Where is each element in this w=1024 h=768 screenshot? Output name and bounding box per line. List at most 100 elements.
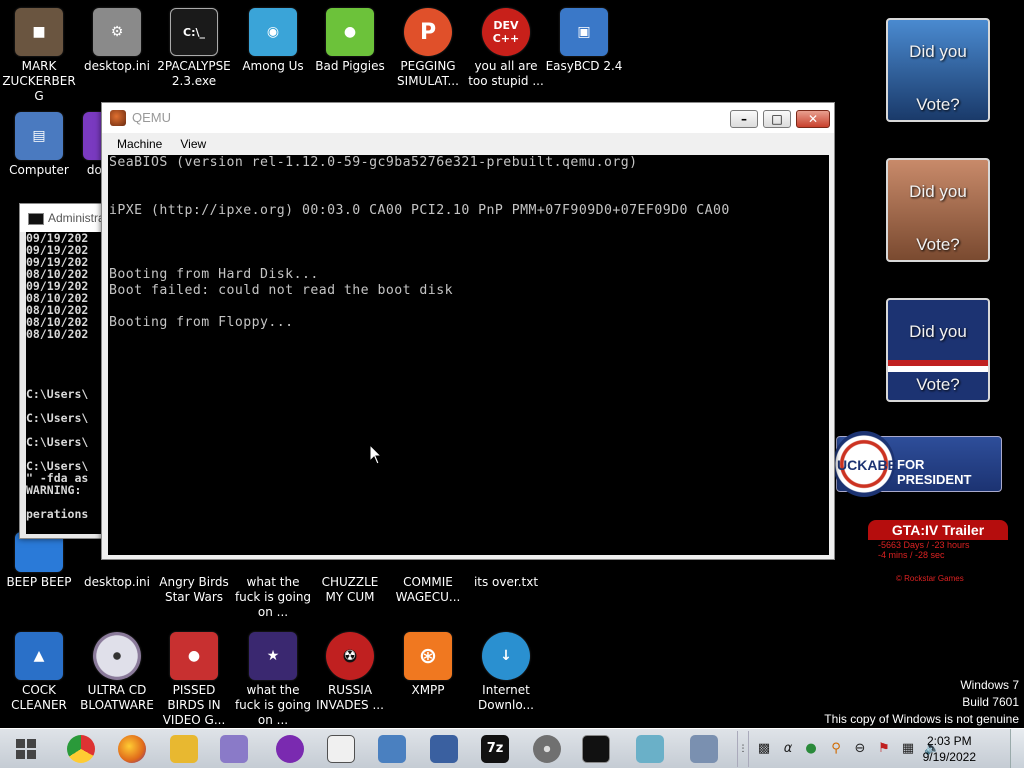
taskbar: 7z ⋮ ▩ α ● ⚲ ⊖ ⚑ ▦ 🔈 2:03 PM 9/19/2022 (0, 728, 1024, 768)
icon-label: desktop.ini (84, 575, 150, 589)
tray-screen-icon[interactable]: ▩ (756, 741, 772, 757)
desktop-icon-too-stupid[interactable]: DEV C++ you all are too stupid ... (467, 8, 545, 89)
genuine-warning: This copy of Windows is not genuine (824, 712, 1019, 726)
tray-network-icon[interactable]: ▦ (900, 741, 916, 757)
icon-label: MARK ZUCKERBERG (2, 59, 76, 103)
icon-label: ULTRA CD BLOATWARE (80, 683, 154, 712)
radiation-icon: ☢ (326, 632, 374, 680)
folder-icon (170, 735, 198, 763)
taskbar-calculator[interactable] (684, 732, 724, 766)
icon-label: what the fuck is going on ... (234, 683, 312, 727)
mixer-icon (327, 735, 355, 763)
xampp-icon: ⊛ (404, 632, 452, 680)
tray-search-icon[interactable]: ⚲ (828, 741, 844, 757)
vote-gadget-2[interactable]: Did you Vote? (886, 158, 990, 262)
menu-view[interactable]: View (173, 133, 213, 155)
tray-antivirus-icon[interactable]: ● (803, 741, 819, 757)
icon-label: its over.txt (473, 575, 539, 589)
taskbar-paint[interactable] (214, 732, 254, 766)
icon-label: what the fuck is going on ... (234, 575, 312, 619)
desktop-icon-what-the-fuck-2[interactable]: ★ what the fuck is going on ... (234, 632, 312, 728)
chrome-icon (67, 735, 95, 763)
start-button[interactable] (6, 732, 46, 766)
cmd-window[interactable]: Administrator: C:\Windows\system32\cmd.e… (19, 203, 293, 539)
gadget-line1: Did you (909, 42, 967, 61)
gta-countdown-line2: -4 mins / -28 sec (878, 550, 945, 560)
desktop-icon-mark-zuckerberg[interactable]: ■ MARK ZUCKERBERG (0, 8, 78, 104)
taskbar-cmd[interactable] (576, 732, 616, 766)
icon-label: desktop.ini (84, 59, 150, 73)
maximize-button[interactable]: □ (763, 110, 791, 128)
desktop-icon-2pacalypse[interactable]: C:\_ 2PACALYPSE 2.3.exe (155, 8, 233, 89)
desktop-icon-desktop-ini[interactable]: ⚙ desktop.ini (78, 8, 156, 74)
icon-label: Angry Birds Star Wars (159, 575, 229, 604)
gta-countdown-gadget[interactable]: GTA:IV Trailer -5663 Days / -23 hours -4… (868, 520, 1008, 583)
taskbar-clock[interactable]: 2:03 PM 9/19/2022 (923, 733, 976, 765)
7zip-icon: 7z (481, 735, 509, 763)
gadget-line2: Vote? (916, 235, 960, 254)
taskbar-explorer[interactable] (164, 732, 204, 766)
desktop-icon-pissed-birds[interactable]: ● PISSED BIRDS IN VIDEO G... (155, 632, 233, 728)
tray-alpha-icon[interactable]: α (780, 741, 796, 757)
desktop-icon-beep-beep[interactable]: BEEP BEEP (0, 532, 78, 590)
monitor-graph-icon (378, 735, 406, 763)
dvd-icon (533, 735, 561, 763)
icon-label: BEEP BEEP (6, 575, 72, 589)
desktop-icon-cock-cleaner[interactable]: ▲ COCK CLEANER (0, 632, 78, 713)
desktop[interactable]: ■ MARK ZUCKERBERG ⚙ desktop.ini C:\_ 2PA… (0, 0, 1024, 728)
desktop-icon-easybcd[interactable]: ▣ EasyBCD 2.4 (545, 8, 623, 74)
vm-display[interactable]: SeaBIOS (version rel-1.12.0-59-gc9ba5276… (108, 155, 829, 555)
qemu-titlebar[interactable]: QEMU – □ ✕ (102, 103, 834, 133)
icon-label: Internet Downlo... (478, 683, 534, 712)
tray-minus-icon[interactable]: ⊖ (852, 741, 868, 757)
taskbar-firefox[interactable] (112, 732, 152, 766)
desktop-icon-pegging-simulator[interactable]: P PEGGING SIMULAT... (389, 8, 467, 89)
pegging-p-icon: P (404, 8, 452, 56)
cmd-titlebar[interactable]: Administrator: C:\Windows\system32\cmd.e… (20, 204, 293, 232)
bios-output: SeaBIOS (version rel-1.12.0-59-gc9ba5276… (109, 155, 730, 330)
desktop-icon-computer[interactable]: ▤ Computer (0, 112, 78, 178)
icon-label: COCK CLEANER (11, 683, 67, 712)
taskbar-mixer[interactable] (321, 732, 361, 766)
internet-download-icon: ↓ (482, 632, 530, 680)
vote-gadget-1[interactable]: Did you Vote? (886, 18, 990, 122)
calculator-icon (690, 735, 718, 763)
genuine-os: Windows 7 (960, 678, 1019, 692)
taskbar-chrome[interactable] (61, 732, 101, 766)
minimize-button[interactable]: – (730, 110, 758, 128)
taskbar-7zip[interactable]: 7z (475, 732, 515, 766)
taskbar-network[interactable] (424, 732, 464, 766)
show-desktop-button[interactable] (1010, 729, 1024, 768)
huckabee-gadget[interactable]: UCKABEE FOR PRESIDENT (833, 431, 1002, 497)
settings-file-icon: ⚙ (93, 8, 141, 56)
icon-label: EasyBCD 2.4 (545, 59, 623, 73)
cmd-output[interactable]: 09/19/202 09/19/202 09/19/202 08/10/202 … (26, 232, 104, 534)
desktop-icon-ultra-cd[interactable]: ULTRA CD BLOATWARE (78, 632, 156, 713)
desktop-icon-among-us[interactable]: ◉ Among Us (234, 8, 312, 74)
desktop-icon-internet-download[interactable]: ↓ Internet Downlo... (467, 632, 545, 713)
tray-expand-icon[interactable]: ⋮ (737, 731, 749, 767)
taskbar-yahoo[interactable] (270, 732, 310, 766)
devcpp-icon: DEV C++ (482, 8, 530, 56)
taskbar-resource-monitor[interactable] (372, 732, 412, 766)
desktop-icon-xmpp[interactable]: ⊛ XMPP (389, 632, 467, 698)
desktop-icon-russia-invades[interactable]: ☢ RUSSIA INVADES ... (311, 632, 389, 713)
vote-gadget-3[interactable]: Did you Vote? (886, 298, 990, 402)
qemu-window[interactable]: QEMU – □ ✕ Machine View SeaBIOS (version… (101, 102, 835, 560)
icon-label: Among Us (242, 59, 304, 73)
gadget-line2: Vote? (916, 375, 960, 394)
clock-time: 2:03 PM (926, 734, 972, 748)
console-icon (28, 213, 44, 225)
icon-label: 2PACALYPSE 2.3.exe (157, 59, 231, 88)
taskbar-dvd[interactable] (527, 732, 567, 766)
desktop-icon-bad-piggies[interactable]: ● Bad Piggies (311, 8, 389, 74)
gadget-line1: Did you (909, 182, 967, 201)
firefox-icon (118, 735, 146, 763)
menu-machine[interactable]: Machine (110, 133, 169, 155)
taskbar-notepad[interactable] (630, 732, 670, 766)
close-button[interactable]: ✕ (796, 110, 830, 128)
tray-flag-icon[interactable]: ⚑ (876, 741, 892, 757)
angry-birds-icon: ● (170, 632, 218, 680)
icon-label: Bad Piggies (315, 59, 385, 73)
icon-label: COMMIE WAGECU... (395, 575, 461, 604)
